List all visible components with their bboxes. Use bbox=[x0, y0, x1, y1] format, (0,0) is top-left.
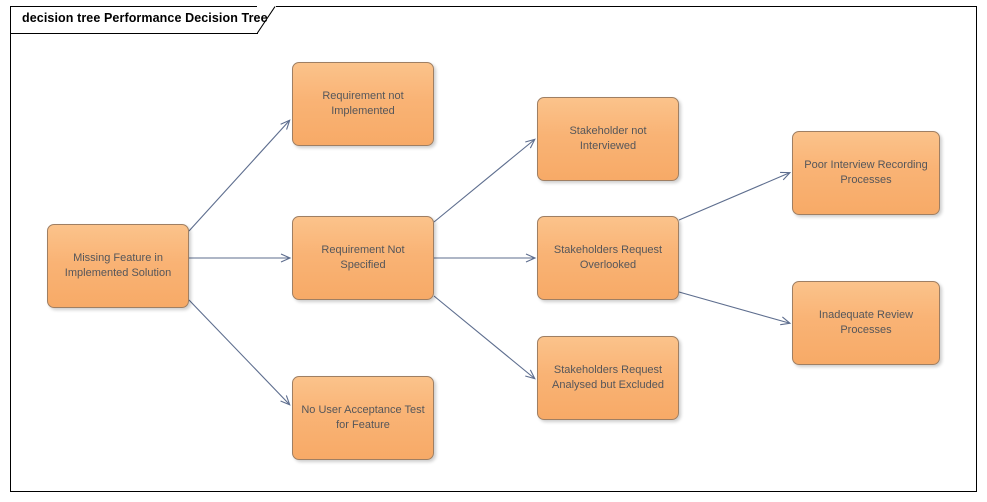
node-requirement-not-specified[interactable]: Requirement Not Specified bbox=[292, 216, 434, 300]
node-stakeholder-not-interviewed[interactable]: Stakeholder not Interviewed bbox=[537, 97, 679, 181]
node-label: Poor Interview Recording Processes bbox=[804, 159, 928, 186]
node-label: Missing Feature in Implemented Solution bbox=[64, 252, 172, 279]
frame-title-tab: decision tree Performance Decision Tree bbox=[10, 6, 276, 34]
node-label: Stakeholder not Interviewed bbox=[569, 125, 647, 152]
node-label: Inadequate Review Processes bbox=[818, 309, 914, 336]
node-label: Requirement Not Specified bbox=[321, 244, 405, 271]
node-label: No User Acceptance Test for Feature bbox=[301, 404, 425, 431]
node-label: Stakeholders Request Overlooked bbox=[553, 244, 663, 271]
node-poor-interview-recording-processes[interactable]: Poor Interview Recording Processes bbox=[792, 131, 940, 215]
node-requirement-not-implemented[interactable]: Requirement not Implemented bbox=[292, 62, 434, 146]
node-stakeholders-request-overlooked[interactable]: Stakeholders Request Overlooked bbox=[537, 216, 679, 300]
node-label: Stakeholders Request Analysed but Exclud… bbox=[552, 364, 664, 391]
node-no-user-acceptance-test[interactable]: No User Acceptance Test for Feature bbox=[292, 376, 434, 460]
node-label: Requirement not Implemented bbox=[322, 90, 404, 117]
node-stakeholders-request-analysed-but-excluded[interactable]: Stakeholders Request Analysed but Exclud… bbox=[537, 336, 679, 420]
node-missing-feature[interactable]: Missing Feature in Implemented Solution bbox=[47, 224, 189, 308]
diagram-title: decision tree Performance Decision Tree bbox=[22, 11, 268, 25]
node-inadequate-review-processes[interactable]: Inadequate Review Processes bbox=[792, 281, 940, 365]
